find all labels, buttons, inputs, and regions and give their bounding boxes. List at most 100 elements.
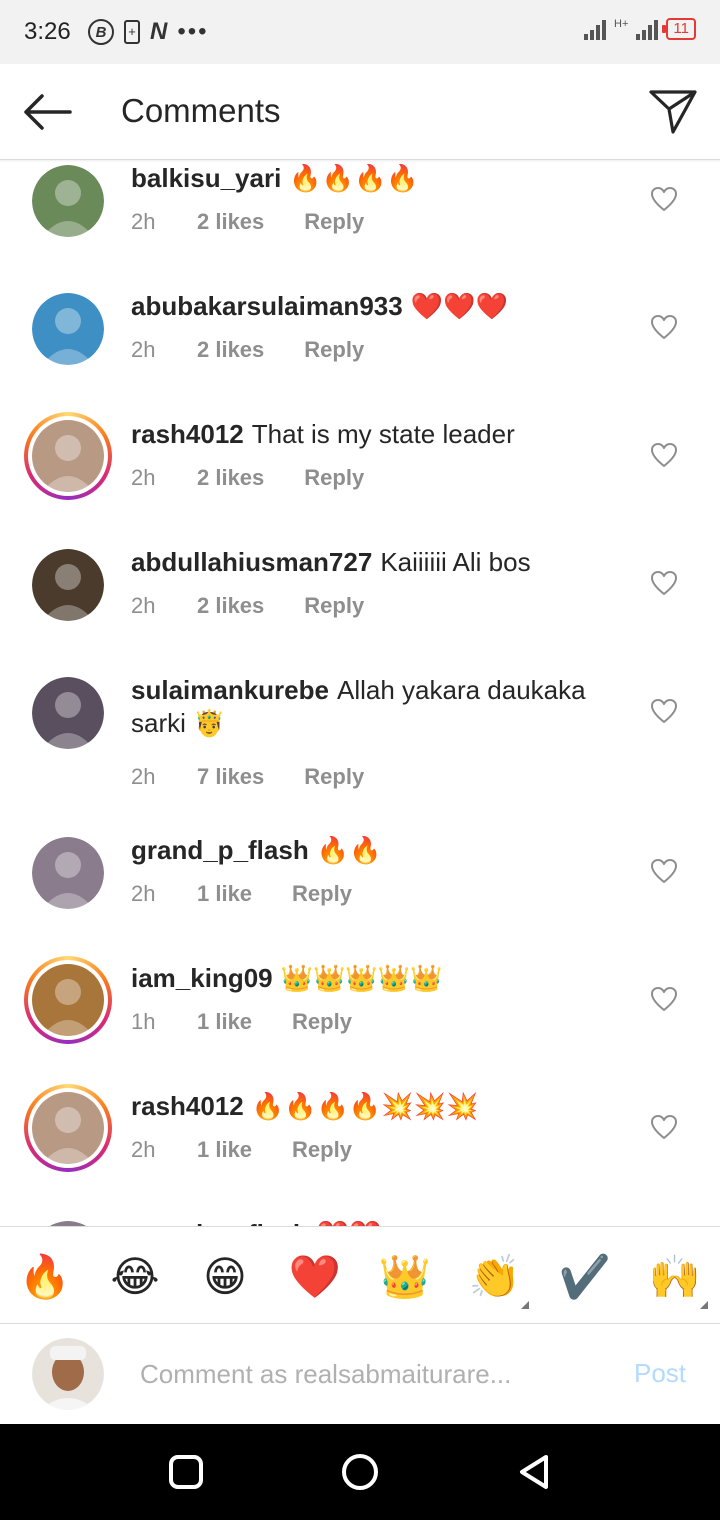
comment-likes-link[interactable]: 1 like <box>197 1137 252 1163</box>
comment-row[interactable]: grand_p_flash ❤️❤️ <box>0 1216 720 1226</box>
like-heart-icon[interactable] <box>650 858 678 884</box>
like-heart-icon[interactable] <box>650 442 678 468</box>
comment-body: That is my state leader <box>251 419 515 449</box>
comment-likes-link[interactable]: 2 likes <box>197 337 264 363</box>
comment-meta: 2h 1 like Reply <box>131 1137 352 1163</box>
comment-timestamp: 2h <box>131 465 156 490</box>
comment-username[interactable]: grand_p_flash <box>131 1219 309 1226</box>
comment-row[interactable]: abubakarsulaiman933 ❤️❤️❤️ 2h 2 likes Reply <box>0 288 720 416</box>
avatar-image <box>32 420 104 492</box>
comment-text: iam_king09 👑👑👑👑👑 <box>131 962 611 995</box>
comment-username[interactable]: rash4012 <box>131 419 244 449</box>
avatar-image <box>32 1092 104 1164</box>
status-bar: 3:26 B + N ••• H+ 11 <box>0 0 720 64</box>
comment-likes-link[interactable]: 1 like <box>197 1009 252 1035</box>
comment-row[interactable]: balkisu_yari 🔥🔥🔥🔥 2h 2 likes Reply <box>0 160 720 288</box>
heart-emoji-button[interactable]: ❤️ <box>287 1251 343 1303</box>
more-notifications-icon: ••• <box>177 18 209 45</box>
comment-text: grand_p_flash ❤️❤️ <box>131 1218 611 1226</box>
comment-username[interactable]: sulaimankurebe <box>131 675 329 705</box>
send-direct-icon[interactable] <box>648 88 698 136</box>
avatar-image <box>32 677 104 749</box>
comment-row[interactable]: abdullahiusman727 Kaiiiiii Ali bos 2h 2 lik… <box>0 544 720 672</box>
comment-meta: 2h 2 likes Reply <box>131 593 364 619</box>
avatar-with-story-ring[interactable] <box>24 1084 112 1172</box>
comment-row[interactable]: rash4012 That is my state leader 2h 2 likes… <box>0 412 720 544</box>
comment-row[interactable]: iam_king09 👑👑👑👑👑 1h 1 like Reply <box>0 956 720 1088</box>
comment-body: ❤️❤️ <box>317 1219 382 1226</box>
reply-button[interactable]: Reply <box>304 764 364 790</box>
emoji-variant-indicator-icon <box>700 1301 708 1309</box>
avatar[interactable] <box>32 677 104 749</box>
comment-timestamp: 2h <box>131 1137 156 1162</box>
like-heart-icon[interactable] <box>650 570 678 596</box>
comment-text: abdullahiusman727 Kaiiiiii Ali bos <box>131 546 611 579</box>
status-right-icons: H+ 11 <box>584 18 696 40</box>
comment-meta: 2h 2 likes Reply <box>131 209 364 235</box>
comment-likes-link[interactable]: 2 likes <box>197 465 264 491</box>
comment-row[interactable]: grand_p_flash 🔥🔥 2h 1 like Reply <box>0 832 720 960</box>
comment-likes-link[interactable]: 2 likes <box>197 209 264 235</box>
avatar[interactable] <box>32 837 104 909</box>
recent-apps-icon[interactable] <box>166 1452 206 1492</box>
comment-username[interactable]: rash4012 <box>131 1091 244 1121</box>
comment-row[interactable]: sulaimankurebe Allah yakara daukaka sarki… <box>0 672 720 832</box>
current-user-avatar <box>32 1338 104 1410</box>
status-notification-icons: B + N ••• <box>88 18 209 46</box>
avatar[interactable] <box>32 293 104 365</box>
laughing-emoji-button[interactable]: 😂 <box>107 1251 163 1303</box>
comment-likes-link[interactable]: 7 likes <box>197 764 264 790</box>
like-heart-icon[interactable] <box>650 698 678 724</box>
reply-button[interactable]: Reply <box>292 1009 352 1035</box>
reply-button[interactable]: Reply <box>292 881 352 907</box>
comment-username[interactable]: balkisu_yari <box>131 163 281 193</box>
crown-emoji-button[interactable]: 👑 <box>377 1251 433 1303</box>
comment-username[interactable]: grand_p_flash <box>131 835 309 865</box>
reply-button[interactable]: Reply <box>292 1137 352 1163</box>
comment-body: 🔥🔥🔥🔥 <box>289 163 419 193</box>
like-heart-icon[interactable] <box>650 314 678 340</box>
comment-username[interactable]: abdullahiusman727 <box>131 547 372 577</box>
comments-list[interactable]: balkisu_yari 🔥🔥🔥🔥 2h 2 likes Reply abubakarsu… <box>0 160 720 1226</box>
post-button[interactable]: Post <box>620 1358 700 1389</box>
b-app-icon: B <box>88 19 114 45</box>
n-app-icon: N <box>150 18 168 45</box>
reply-button[interactable]: Reply <box>304 209 364 235</box>
home-icon[interactable] <box>340 1452 380 1492</box>
comment-likes-link[interactable]: 1 like <box>197 881 252 907</box>
raised-hands-emoji-button[interactable]: 🙌 <box>647 1251 703 1303</box>
check-emoji-button[interactable]: ✔️ <box>557 1251 613 1303</box>
current-user-avatar-image <box>32 1338 104 1410</box>
comment-meta: 1h 1 like Reply <box>131 1009 352 1035</box>
like-heart-icon[interactable] <box>650 1114 678 1140</box>
comment-input[interactable] <box>140 1352 560 1396</box>
signal-2-icon <box>636 18 659 40</box>
reply-button[interactable]: Reply <box>304 465 364 491</box>
back-nav-icon[interactable] <box>514 1452 554 1492</box>
fire-emoji-button[interactable]: 🔥 <box>17 1251 73 1303</box>
comment-meta: 2h 1 like Reply <box>131 881 352 907</box>
comment-row[interactable]: rash4012 🔥🔥🔥🔥💥💥💥 2h 1 like Reply <box>0 1084 720 1216</box>
avatar-image <box>32 549 104 621</box>
signal-icon <box>584 18 607 40</box>
clap-emoji-button[interactable]: 👏 <box>467 1251 523 1303</box>
comment-text: grand_p_flash 🔥🔥 <box>131 834 611 867</box>
comment-username[interactable]: iam_king09 <box>131 963 273 993</box>
avatar-with-story-ring[interactable] <box>24 412 112 500</box>
like-heart-icon[interactable] <box>650 986 678 1012</box>
avatar-image <box>32 837 104 909</box>
reply-button[interactable]: Reply <box>304 337 364 363</box>
avatar[interactable] <box>32 165 104 237</box>
comment-body: Kaiiiiii Ali bos <box>380 547 531 577</box>
back-arrow-icon[interactable] <box>20 90 74 134</box>
avatar[interactable] <box>32 549 104 621</box>
comment-username[interactable]: abubakarsulaiman933 <box>131 291 403 321</box>
like-heart-icon[interactable] <box>650 186 678 212</box>
comment-timestamp: 2h <box>131 209 156 234</box>
comment-likes-link[interactable]: 2 likes <box>197 593 264 619</box>
reply-button[interactable]: Reply <box>304 593 364 619</box>
comment-body: 🔥🔥🔥🔥💥💥💥 <box>251 1091 479 1121</box>
avatar-with-story-ring[interactable] <box>24 956 112 1044</box>
grin-emoji-button[interactable]: 😁 <box>197 1251 253 1303</box>
comment-timestamp: 2h <box>131 881 156 906</box>
